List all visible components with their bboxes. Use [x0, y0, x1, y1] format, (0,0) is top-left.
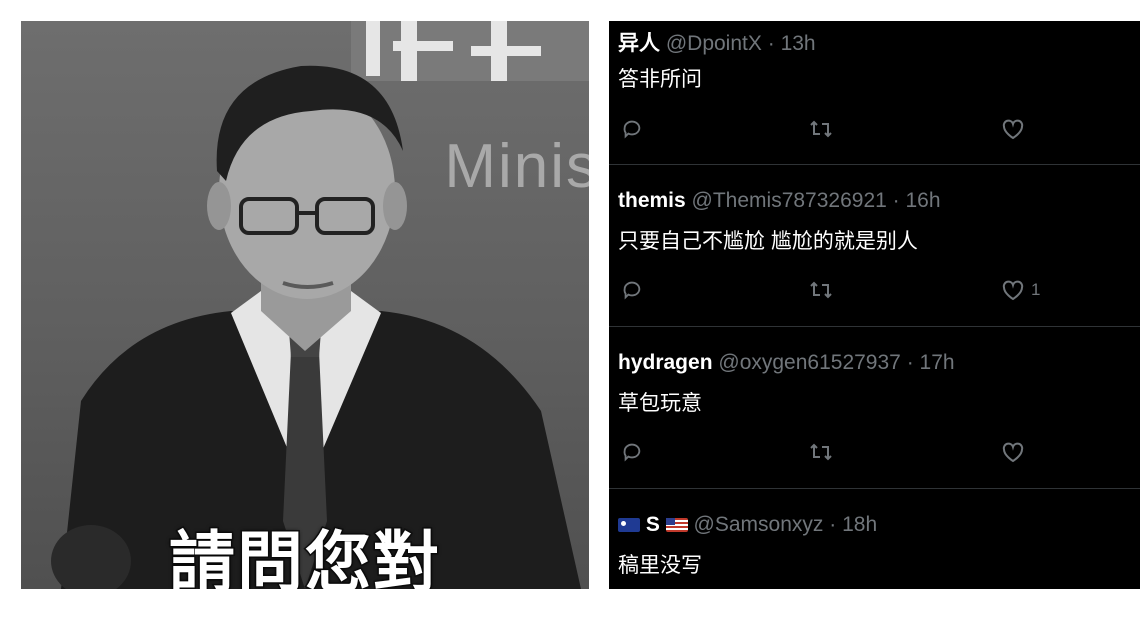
tweet-actions — [609, 114, 1140, 144]
speaker-illustration — [51, 21, 589, 589]
tweet-header: 异人 @DpointX · 13h — [618, 27, 816, 57]
tweet-author-name[interactable]: S — [646, 513, 660, 536]
like-button[interactable]: 1 — [1001, 275, 1040, 305]
heart-icon — [1002, 280, 1024, 301]
retweet-icon — [810, 443, 832, 461]
tweet-author-handle[interactable]: @DpointX — [666, 32, 762, 55]
retweet-icon — [810, 281, 832, 299]
retweet-icon — [810, 120, 832, 138]
reply-button[interactable] — [621, 437, 643, 467]
press-conference-photo: Minis 請問您對 — [21, 21, 589, 589]
tweet-author-handle[interactable]: @Samsonxyz — [694, 513, 824, 536]
tweet-author-handle[interactable]: @Themis787326921 — [692, 189, 887, 212]
retweet-button[interactable] — [809, 114, 833, 144]
tweet-divider — [609, 164, 1140, 165]
retweet-button[interactable] — [809, 275, 833, 305]
australia-flag-icon — [618, 518, 640, 532]
video-caption: 請問您對 — [168, 523, 441, 590]
tweet-text: 只要自己不尴尬 尴尬的就是别人 — [618, 230, 918, 253]
tweet-replies-feed: 异人 @DpointX · 13h 答非所问 themis @Themis787… — [609, 21, 1140, 589]
separator-dot: · — [767, 32, 775, 55]
retweet-button[interactable] — [809, 437, 833, 467]
reply-button[interactable] — [621, 275, 643, 305]
backdrop-sign-text: Minis — [444, 132, 589, 201]
tweet-author-name[interactable]: 异人 — [618, 32, 660, 55]
tweet-timestamp[interactable]: 16h — [906, 189, 941, 212]
tweet-text: 草包玩意 — [618, 392, 702, 415]
separator-dot: · — [829, 513, 837, 536]
tweet-text: 答非所问 — [618, 68, 702, 91]
tweet-author-handle[interactable]: @oxygen61527937 — [718, 351, 900, 374]
reply-icon — [623, 120, 641, 139]
heart-icon — [1002, 119, 1024, 140]
reply-button[interactable] — [621, 114, 643, 144]
reply-icon — [623, 443, 641, 462]
reply-icon — [623, 281, 641, 300]
tweet-actions — [609, 437, 1140, 467]
tweet-header: themis @Themis787326921 · 16h — [618, 189, 941, 213]
heart-icon — [1002, 442, 1024, 463]
tweet-author-name[interactable]: themis — [618, 189, 686, 212]
like-count: 1 — [1031, 280, 1041, 299]
tweet-timestamp[interactable]: 13h — [781, 32, 816, 55]
tweet-actions: 1 — [609, 275, 1140, 305]
like-button[interactable] — [1001, 114, 1025, 144]
tweet-text: 稿里没写 — [618, 554, 702, 577]
tweet-author-name[interactable]: hydragen — [618, 351, 713, 374]
separator-dot: · — [906, 351, 914, 374]
tweet-header: S @Samsonxyz · 18h — [618, 513, 877, 537]
tweet-divider — [609, 488, 1140, 489]
tweet-timestamp[interactable]: 18h — [842, 513, 877, 536]
us-flag-icon — [665, 518, 688, 532]
tweet-header: hydragen @oxygen61527937 · 17h — [618, 351, 955, 375]
like-button[interactable] — [1001, 437, 1025, 467]
tweet-timestamp[interactable]: 17h — [920, 351, 955, 374]
tweet-divider — [609, 326, 1140, 327]
separator-dot: · — [892, 189, 900, 212]
